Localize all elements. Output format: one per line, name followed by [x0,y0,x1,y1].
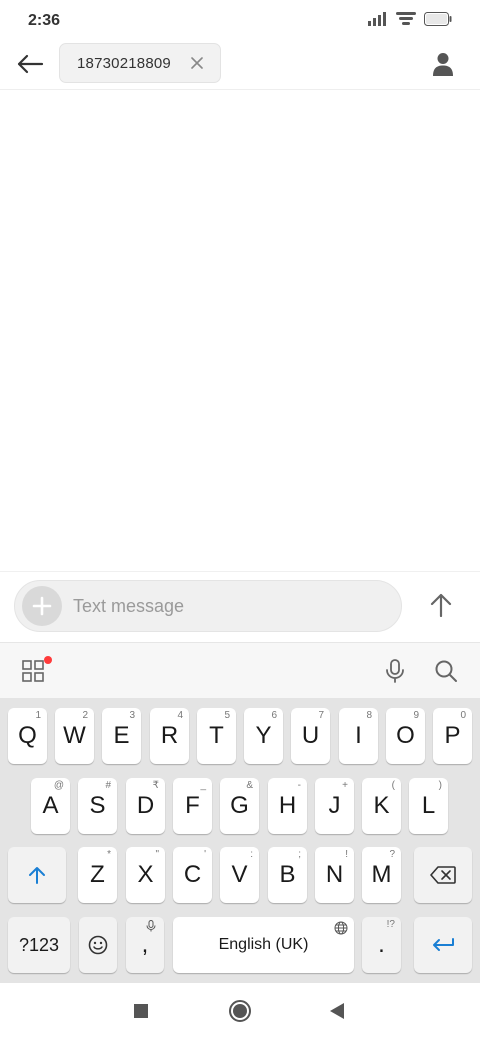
keyboard-toolbar [0,642,480,698]
status-icons [368,12,452,26]
shift-key[interactable] [8,847,66,903]
send-button[interactable] [426,590,456,620]
arrow-up-icon [430,593,452,617]
plus-icon [32,596,52,616]
key-v[interactable]: V: [220,847,259,903]
attach-button[interactable] [22,586,62,626]
recipient-number: 18730218809 [77,54,171,72]
key-f[interactable]: F _ [173,778,212,834]
keyboard: Q1 W2 E3 R4 T5 Y6 U7 I8 O9 P0 A @ S # D ₹ F… [0,698,480,983]
key-g[interactable]: G & [220,778,259,834]
notification-dot [44,656,52,664]
enter-arrow-icon [433,938,454,951]
mic-icon [146,920,156,932]
recents-square-icon[interactable] [134,1004,148,1018]
key-l[interactable]: L) [409,778,448,834]
key-i[interactable]: I8 [339,708,378,764]
system-nav-bar [0,983,480,1040]
arrow-left-icon [17,54,44,74]
key-u[interactable]: U7 [291,708,330,764]
message-list [0,91,480,570]
key-j[interactable]: J + [315,778,354,834]
back-triangle-icon[interactable] [330,1003,344,1019]
signal-icon [368,12,386,26]
key-m[interactable]: M? [362,847,401,903]
remove-recipient-button[interactable] [188,54,206,72]
comma-key[interactable]: , [126,917,164,973]
key-p[interactable]: P0 [433,708,472,764]
key-q[interactable]: Q1 [8,708,47,764]
backspace-icon [430,866,456,884]
contact-button[interactable] [430,50,456,78]
key-t[interactable]: T5 [197,708,236,764]
symbols-key[interactable]: ?123 [8,917,70,973]
wifi-icon [396,12,416,25]
battery-icon [424,12,452,26]
key-n[interactable]: N! [315,847,354,903]
enter-key[interactable] [414,917,472,973]
recipient-chip[interactable]: 18730218809 [59,43,221,83]
key-c[interactable]: C ' [173,847,212,903]
message-placeholder: Text message [73,596,185,616]
person-icon [433,53,453,76]
keyboard-apps-button[interactable] [22,656,52,682]
comma-mic-hint [146,920,156,935]
apps-grid-icon [22,660,44,682]
emoji-key[interactable] [79,917,117,973]
voice-input-button[interactable] [384,659,406,683]
emoji-icon [88,935,108,955]
key-y[interactable]: Y6 [244,708,283,764]
key-z[interactable]: Z * [78,847,117,903]
globe-hint [334,921,348,938]
keyboard-search-button[interactable] [434,659,458,683]
key-a[interactable]: A @ [31,778,70,834]
close-icon [191,57,203,69]
key-k[interactable]: K( [362,778,401,834]
mic-icon [386,659,404,683]
back-button[interactable] [12,48,48,80]
key-s[interactable]: S # [78,778,117,834]
key-w[interactable]: W2 [55,708,94,764]
status-time: 2:36 [28,12,61,29]
key-o[interactable]: O9 [386,708,425,764]
search-icon [435,660,457,682]
key-r[interactable]: R4 [150,708,189,764]
backspace-key[interactable] [414,847,472,903]
shift-arrow-icon [29,867,45,884]
conversation-header: 18730218809 [0,38,480,90]
key-e[interactable]: E3 [102,708,141,764]
compose-bar: Text message [0,571,480,641]
globe-icon [334,921,348,935]
home-circle-icon[interactable] [229,1000,251,1022]
space-key[interactable]: English (UK) [173,917,354,973]
key-x[interactable]: X " [126,847,165,903]
message-input[interactable]: Text message [14,580,402,632]
key-b[interactable]: B; [268,847,307,903]
period-key[interactable]: .!? [362,917,401,973]
key-d[interactable]: D ₹ [126,778,165,834]
key-h[interactable]: H- [268,778,307,834]
